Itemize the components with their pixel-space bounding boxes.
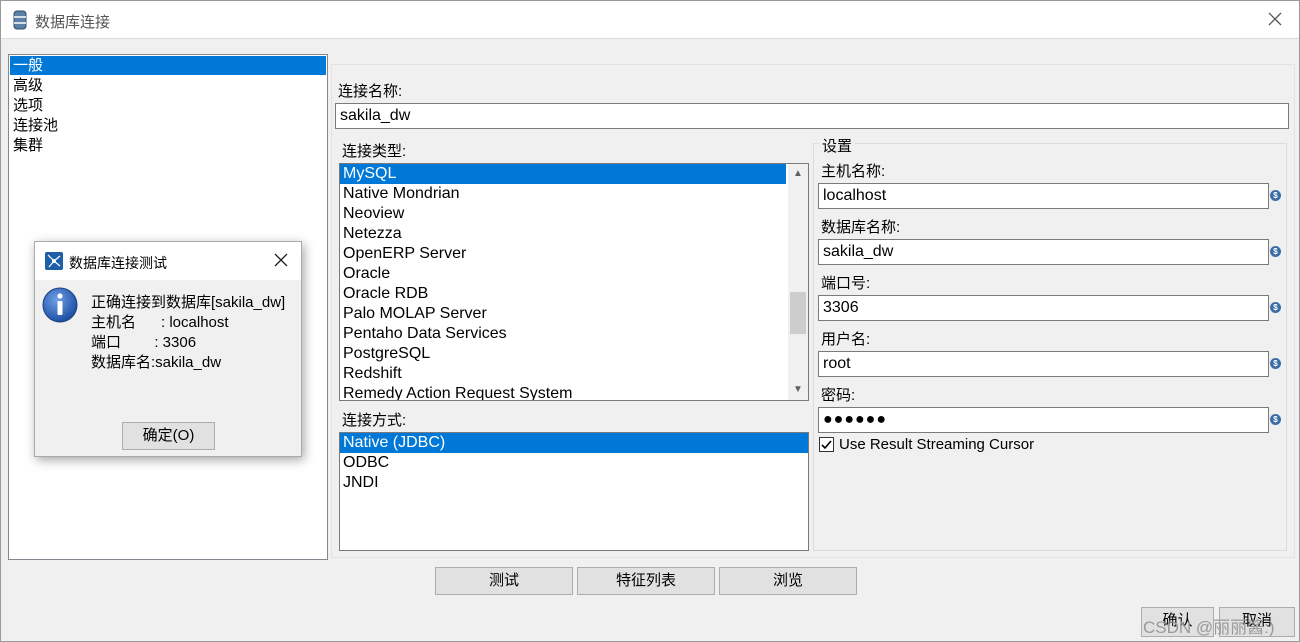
- variable-icon[interactable]: $: [1270, 358, 1281, 369]
- settings-title: 设置: [819, 135, 856, 156]
- port-label: 端口号:: [821, 275, 871, 292]
- list-item[interactable]: Oracle RDB: [340, 284, 808, 304]
- dialog-title: 数据库连接测试: [69, 255, 167, 271]
- streaming-cursor-checkbox[interactable]: [819, 437, 834, 452]
- close-icon[interactable]: [1265, 9, 1285, 29]
- feature-list-button[interactable]: 特征列表: [577, 567, 715, 595]
- nav-item-pooling[interactable]: 连接池: [9, 116, 327, 136]
- scroll-down-icon[interactable]: ▼: [788, 380, 808, 400]
- database-connection-window: 数据库连接 一般 高级 选项 连接池 集群 连接名称: sakila_dw 连接…: [0, 0, 1300, 642]
- list-item[interactable]: Remedy Action Request System: [340, 384, 808, 400]
- dialog-message-line: 主机名 : localhost: [91, 314, 229, 331]
- connection-test-dialog: 数据库连接测试 正确连接到数据库[sakila_dw] 主机名 : localh…: [34, 241, 302, 457]
- list-item[interactable]: Native (JDBC): [340, 433, 808, 453]
- network-icon: [45, 252, 63, 270]
- connection-name-input[interactable]: sakila_dw: [335, 103, 1289, 129]
- checkmark-icon: [821, 440, 832, 450]
- vertical-scrollbar[interactable]: ▲ ▼: [788, 164, 808, 400]
- list-item[interactable]: ODBC: [340, 453, 808, 473]
- database-name-label: 数据库名称:: [821, 219, 901, 236]
- close-icon[interactable]: [273, 252, 289, 268]
- streaming-cursor-label: Use Result Streaming Cursor: [839, 436, 1035, 453]
- dialog-title-bar: 数据库连接测试: [35, 242, 301, 280]
- connection-type-list[interactable]: MySQL Native Mondrian Neoview Netezza Op…: [339, 163, 809, 401]
- list-item[interactable]: Neoview: [340, 204, 808, 224]
- dialog-message-line: 端口 : 3306: [91, 334, 197, 351]
- nav-item-options[interactable]: 选项: [9, 96, 327, 116]
- host-input[interactable]: localhost: [818, 183, 1269, 209]
- list-item[interactable]: PostgreSQL: [340, 344, 808, 364]
- connection-type-label: 连接类型:: [342, 143, 407, 160]
- scroll-up-icon[interactable]: ▲: [788, 164, 808, 184]
- nav-item-general[interactable]: 一般: [10, 56, 326, 75]
- password-label: 密码:: [821, 387, 856, 404]
- window-title: 数据库连接: [35, 14, 111, 31]
- list-item[interactable]: MySQL: [340, 164, 786, 184]
- variable-icon[interactable]: $: [1270, 302, 1281, 313]
- dialog-message-line: 正确连接到数据库[sakila_dw]: [91, 294, 286, 311]
- dialog-ok-button[interactable]: 确定(O): [122, 422, 215, 450]
- password-input[interactable]: ●●●●●●: [818, 407, 1269, 433]
- list-item[interactable]: JNDI: [340, 473, 808, 493]
- port-input[interactable]: 3306: [818, 295, 1269, 321]
- list-item[interactable]: Pentaho Data Services: [340, 324, 808, 344]
- list-item[interactable]: Netezza: [340, 224, 808, 244]
- nav-item-advanced[interactable]: 高级: [9, 76, 327, 96]
- username-label: 用户名:: [821, 331, 871, 348]
- test-button[interactable]: 测试: [435, 567, 573, 595]
- host-label: 主机名称:: [821, 163, 886, 180]
- variable-icon[interactable]: $: [1270, 414, 1281, 425]
- watermark: CSDN @丽丽酱:): [1143, 618, 1275, 637]
- scrollbar-thumb[interactable]: [790, 292, 806, 334]
- database-icon: [13, 10, 27, 30]
- list-item[interactable]: Native Mondrian: [340, 184, 808, 204]
- list-item[interactable]: OpenERP Server: [340, 244, 808, 264]
- list-item[interactable]: Oracle: [340, 264, 808, 284]
- access-label: 连接方式:: [342, 412, 407, 429]
- username-input[interactable]: root: [818, 351, 1269, 377]
- nav-item-clustering[interactable]: 集群: [9, 136, 327, 156]
- title-bar: 数据库连接: [1, 1, 1299, 39]
- variable-icon[interactable]: $: [1270, 190, 1281, 201]
- list-item[interactable]: Redshift: [340, 364, 808, 384]
- access-method-list[interactable]: Native (JDBC) ODBC JNDI: [339, 432, 809, 551]
- connection-name-label: 连接名称:: [338, 83, 403, 100]
- database-name-input[interactable]: sakila_dw: [818, 239, 1269, 265]
- browse-button[interactable]: 浏览: [719, 567, 857, 595]
- variable-icon[interactable]: $: [1270, 246, 1281, 257]
- list-item[interactable]: Palo MOLAP Server: [340, 304, 808, 324]
- info-icon: [42, 287, 78, 323]
- dialog-message-line: 数据库名:sakila_dw: [91, 354, 222, 371]
